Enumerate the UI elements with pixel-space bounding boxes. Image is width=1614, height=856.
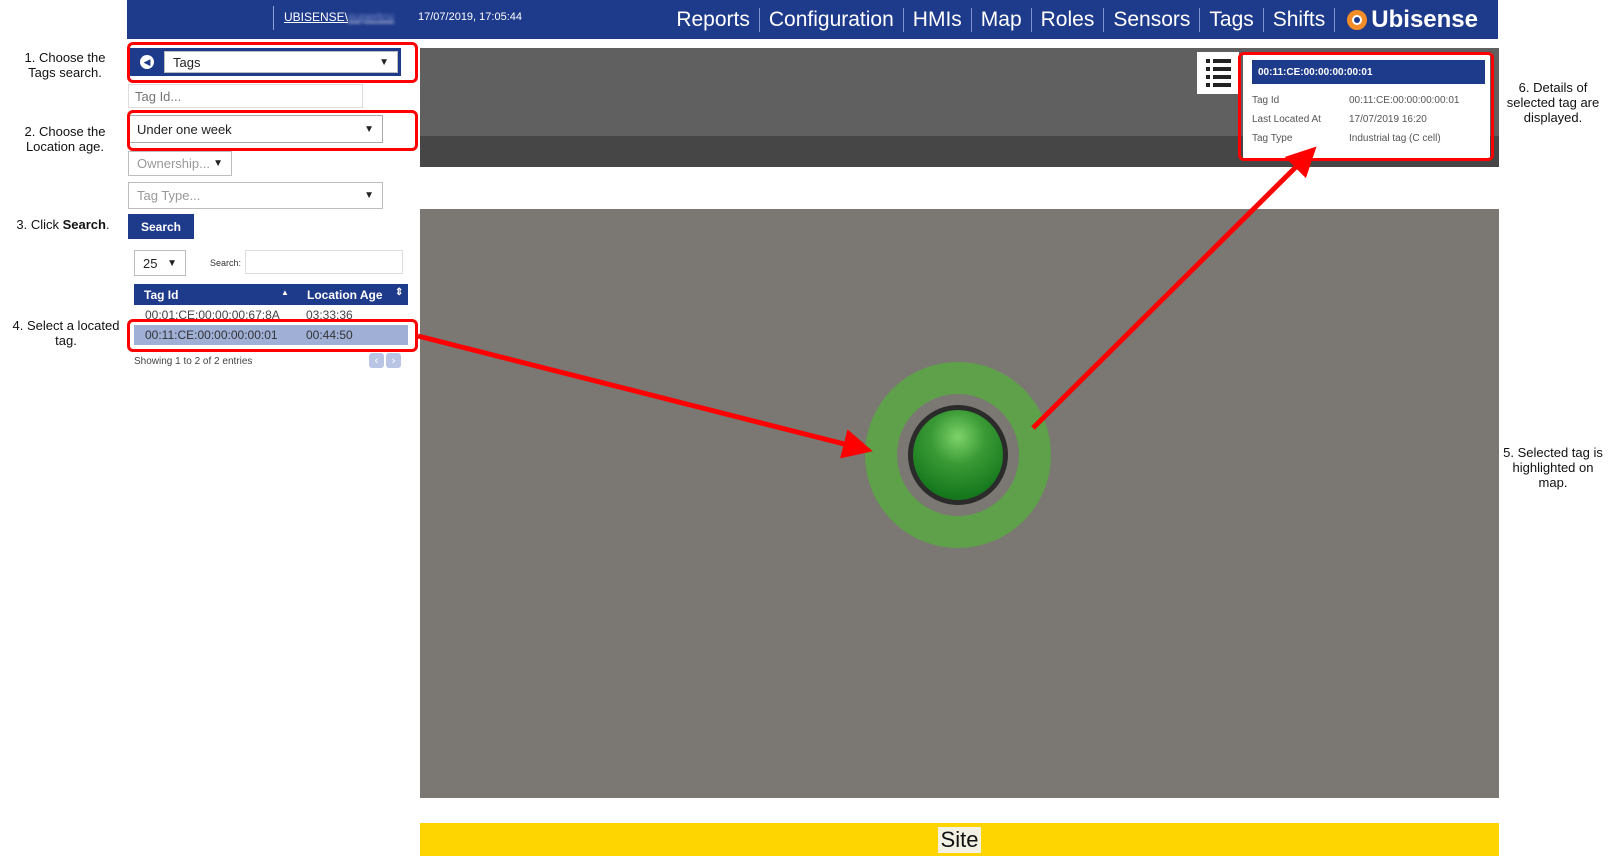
arrow-map-to-details [1031, 146, 1317, 430]
annotation-arrows [417, 146, 1317, 459]
arrow-row-to-map [417, 333, 873, 459]
